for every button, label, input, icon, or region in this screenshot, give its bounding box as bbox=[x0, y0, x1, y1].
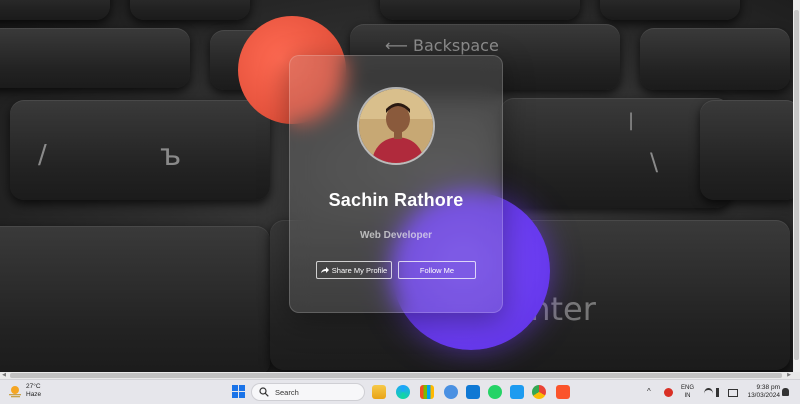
taskbar-clock[interactable]: 9:38 pm 13/03/2024 bbox=[742, 384, 780, 400]
keyboard-key bbox=[130, 0, 250, 20]
chevron-up-icon[interactable]: ^ bbox=[647, 387, 656, 396]
brave-icon[interactable] bbox=[556, 385, 570, 399]
file-explorer-icon[interactable] bbox=[372, 385, 386, 399]
keyboard-key bbox=[0, 28, 190, 88]
share-icon bbox=[320, 266, 329, 273]
scroll-right-arrow-icon[interactable]: ▶ bbox=[785, 372, 793, 379]
battery-icon[interactable] bbox=[728, 389, 738, 397]
antivirus-icon[interactable] bbox=[664, 388, 673, 397]
profile-name: Sachin Rathore bbox=[328, 190, 464, 210]
follow-button[interactable]: Follow Me bbox=[398, 261, 476, 279]
haze-sun-icon bbox=[9, 386, 21, 398]
keyboard-key: / ъ bbox=[10, 100, 270, 200]
chrome-icon[interactable] bbox=[532, 385, 546, 399]
widgets-icon[interactable] bbox=[444, 385, 458, 399]
windows-taskbar: 27°C Haze Search ^ ENG IN 9:38 pm 13/03/… bbox=[0, 379, 800, 404]
search-placeholder: Search bbox=[275, 387, 299, 397]
keyboard-key bbox=[700, 100, 800, 200]
avatar-photo bbox=[359, 89, 433, 163]
keyboard-key bbox=[0, 0, 110, 20]
language-code: ENG bbox=[681, 385, 695, 391]
weather-temperature: 27°C bbox=[26, 383, 41, 390]
whatsapp-icon[interactable] bbox=[488, 385, 502, 399]
wifi-icon[interactable] bbox=[704, 388, 713, 399]
notification-bell-icon[interactable] bbox=[782, 388, 789, 396]
vertical-scrollbar[interactable] bbox=[793, 0, 800, 372]
windows-start-icon[interactable] bbox=[232, 385, 245, 398]
share-profile-button[interactable]: Share My Profile bbox=[316, 261, 392, 279]
keyboard-key bbox=[600, 0, 740, 20]
keyboard-key: | \ bbox=[500, 98, 730, 208]
avatar bbox=[357, 87, 435, 165]
language-indicator[interactable]: ENG IN bbox=[681, 384, 694, 400]
clock-time: 9:38 pm bbox=[756, 384, 781, 391]
clock-date: 13/03/2024 bbox=[747, 392, 780, 399]
horizontal-scrollbar[interactable]: ◀ ▶ bbox=[0, 372, 800, 379]
vertical-scrollbar-thumb[interactable] bbox=[794, 10, 799, 360]
keyboard-key bbox=[0, 226, 270, 372]
twitter-icon[interactable] bbox=[510, 385, 524, 399]
share-profile-label: Share My Profile bbox=[331, 265, 388, 275]
keyboard-key bbox=[380, 0, 580, 20]
volume-icon[interactable] bbox=[716, 388, 728, 397]
keyboard-key-numlock bbox=[640, 28, 790, 90]
scroll-left-arrow-icon[interactable]: ◀ bbox=[0, 372, 8, 379]
taskbar-search-box[interactable]: Search bbox=[251, 383, 365, 401]
microsoft-store-icon[interactable] bbox=[420, 385, 434, 399]
follow-label: Follow Me bbox=[419, 265, 455, 275]
horizontal-scrollbar-thumb[interactable] bbox=[10, 373, 782, 378]
language-region: IN bbox=[684, 393, 691, 399]
mail-icon[interactable] bbox=[466, 385, 480, 399]
edge-icon[interactable] bbox=[396, 385, 410, 399]
search-icon bbox=[259, 387, 269, 397]
weather-description: Haze bbox=[26, 391, 42, 398]
profile-card: Sachin Rathore Web Developer Share My Pr… bbox=[289, 55, 503, 313]
profile-role: Web Developer bbox=[359, 230, 433, 241]
weather-widget[interactable]: 27°C Haze bbox=[8, 383, 41, 399]
